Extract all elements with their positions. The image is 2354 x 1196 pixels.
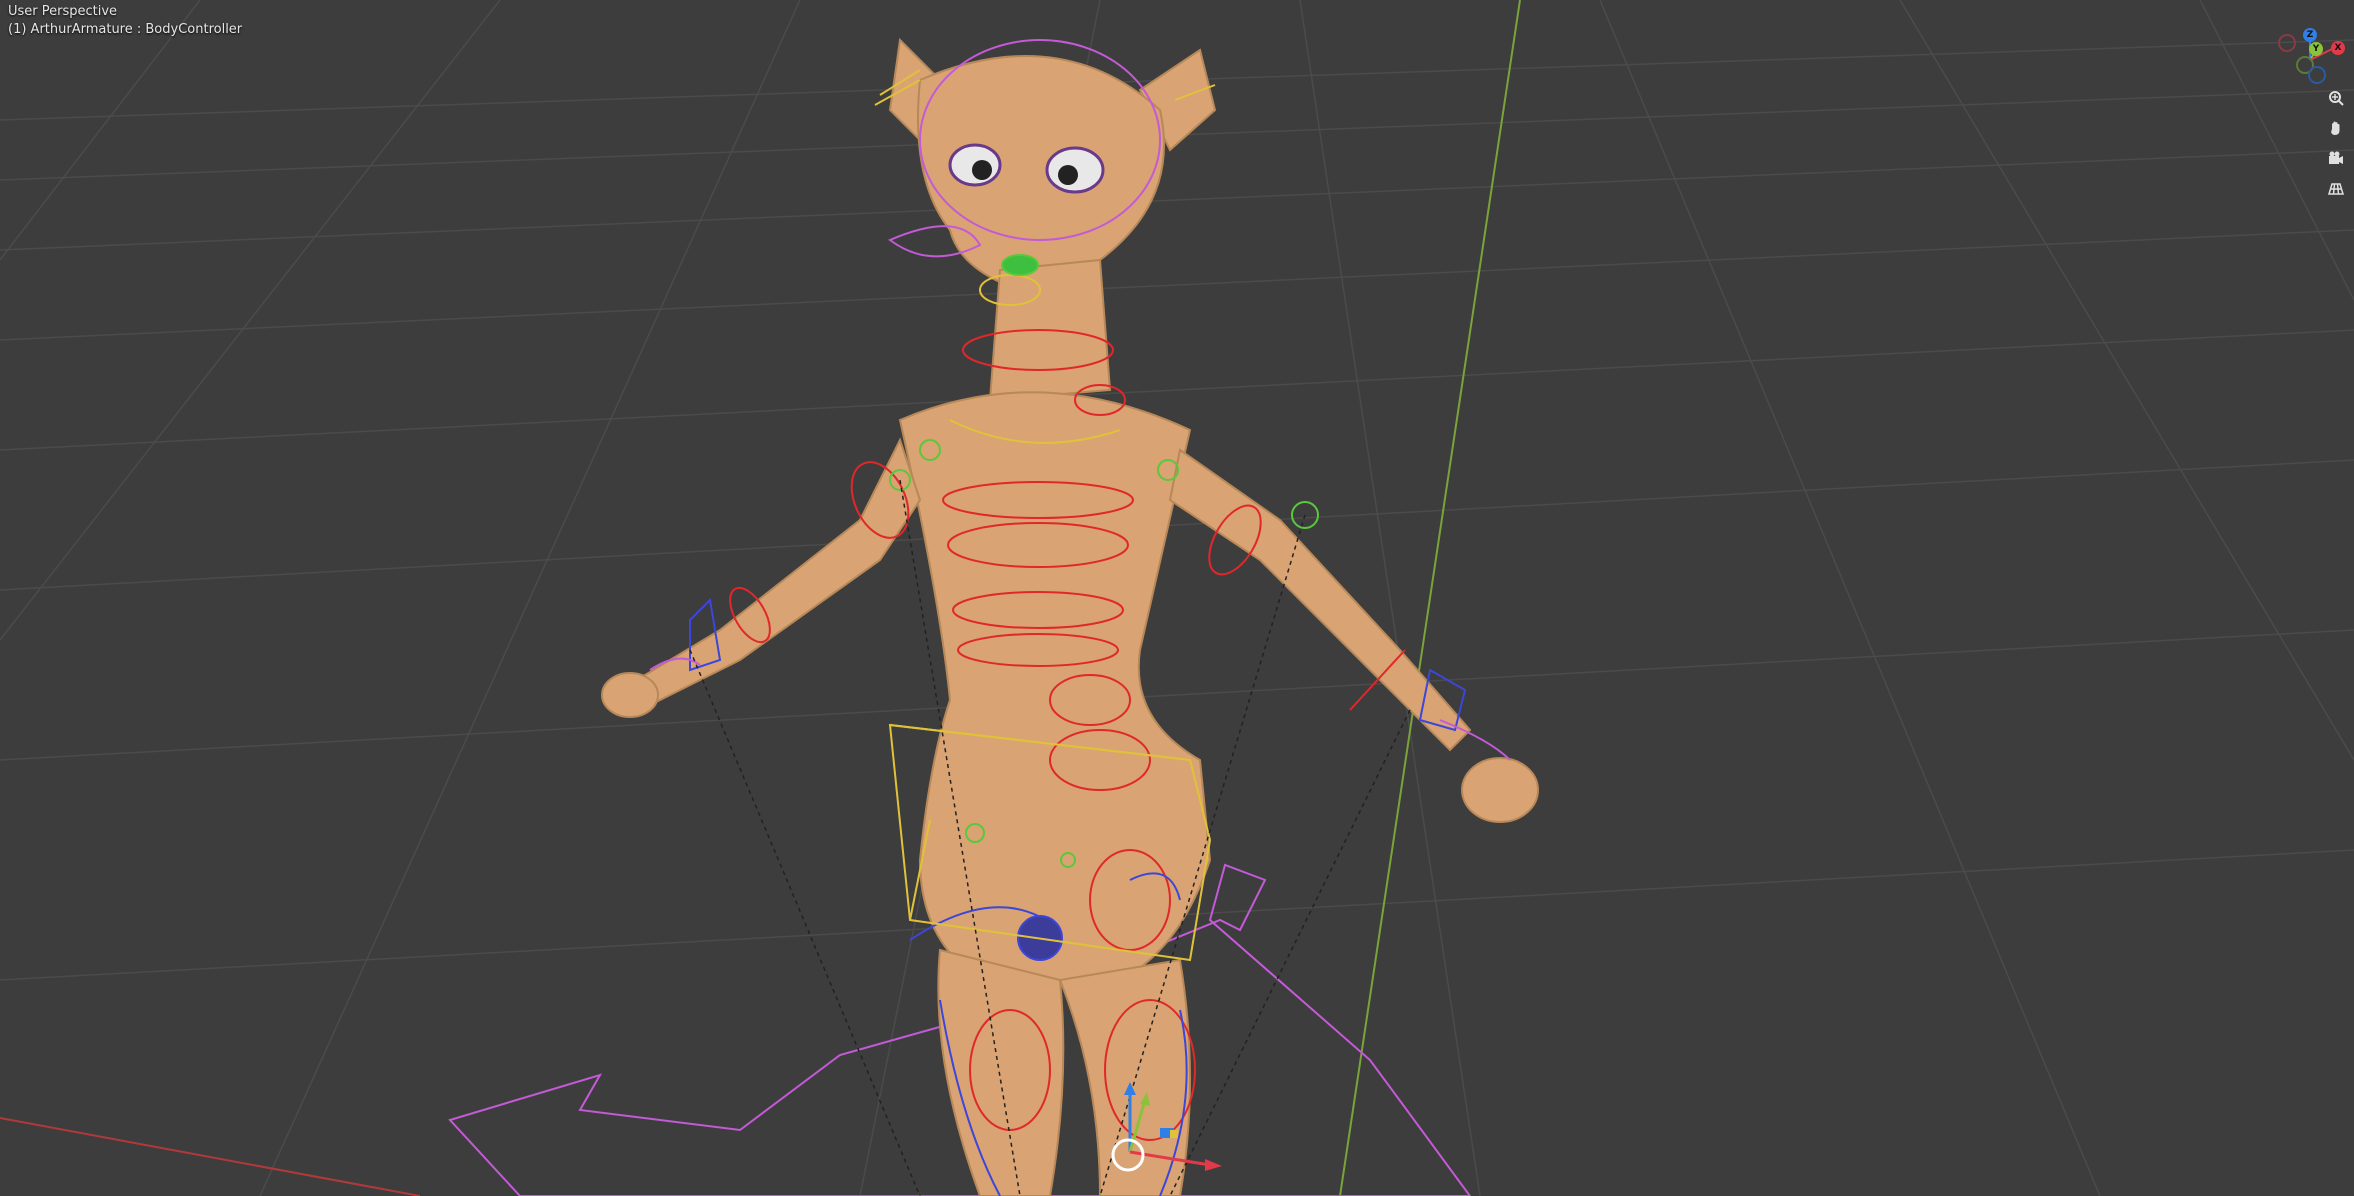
z-axis-ball[interactable]: Z <box>2303 28 2317 42</box>
pan-hand-icon[interactable] <box>2324 116 2348 140</box>
y-axis-ball[interactable]: Y <box>2309 42 2323 56</box>
3d-viewport[interactable]: User Perspective (1) ArthurArmature : Bo… <box>0 0 2354 1196</box>
grid-toggle-icon[interactable] <box>2324 176 2348 200</box>
neg-z-axis-ball[interactable] <box>2308 66 2326 84</box>
x-axis-line <box>0 1117 421 1196</box>
y-axis-line <box>1339 0 1521 1196</box>
camera-icon[interactable] <box>2324 146 2348 170</box>
character-mesh[interactable] <box>601 37 1539 1196</box>
view-mode-label: User Perspective <box>8 4 118 19</box>
active-object-label: (1) ArthurArmature : BodyController <box>8 22 243 37</box>
neg-x-axis-ball[interactable] <box>2278 34 2296 52</box>
zoom-icon[interactable] <box>2324 86 2348 110</box>
viewport-canvas[interactable] <box>0 0 2354 1196</box>
navigation-gizmo[interactable]: Z Y X <box>2276 28 2346 84</box>
x-axis-ball[interactable]: X <box>2331 41 2345 55</box>
